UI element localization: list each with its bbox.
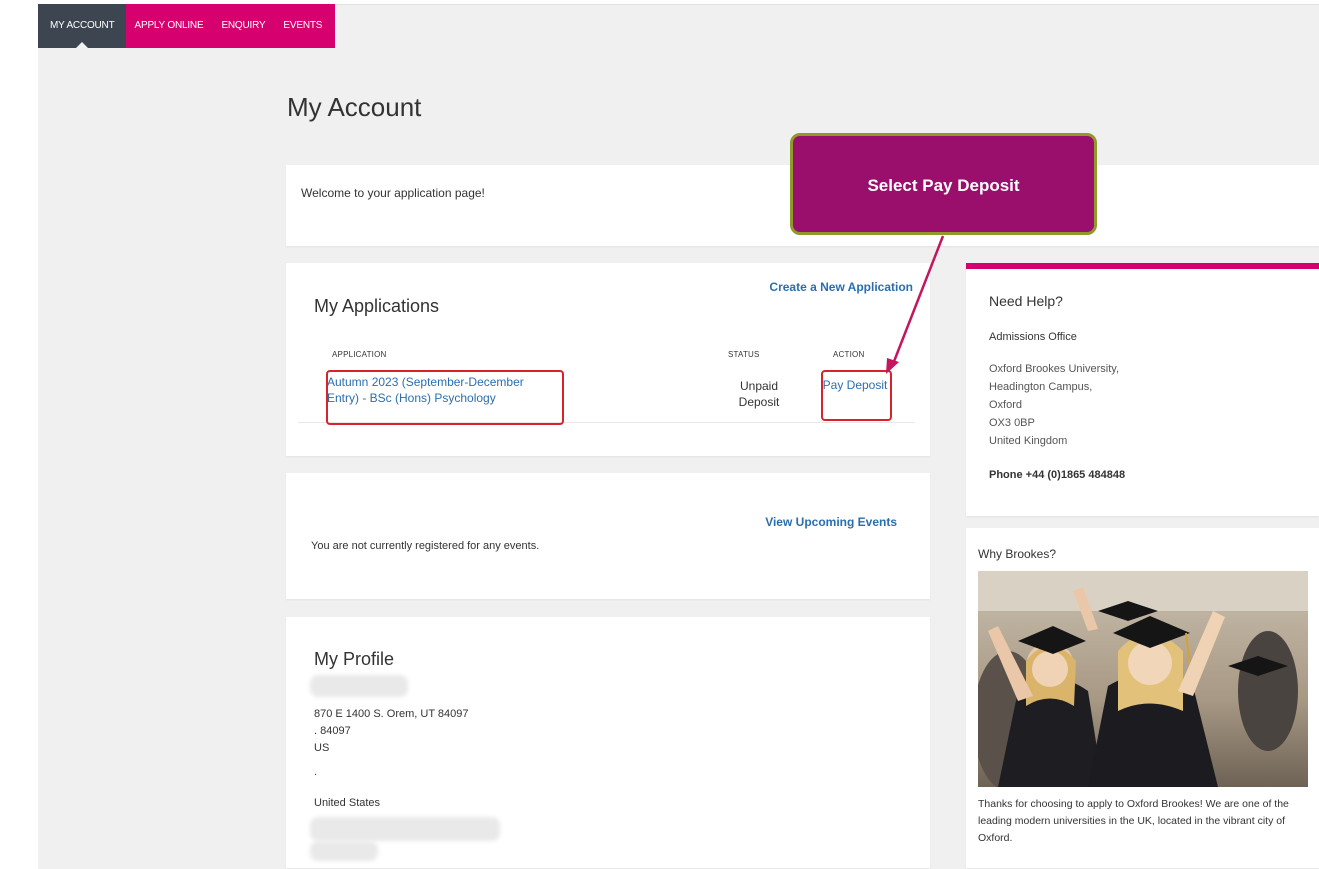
create-application-link[interactable]: Create a New Application	[769, 280, 913, 294]
profile-title: My Profile	[314, 649, 395, 669]
nav-pink-group: APPLY ONLINE ENQUIRY EVENTS	[125, 4, 336, 48]
office-address: Oxford Brookes University, Headington Ca…	[989, 360, 1119, 450]
page-title: My Account	[287, 92, 422, 122]
address-line: OX3 0BP	[989, 417, 1035, 429]
view-upcoming-events-link[interactable]: View Upcoming Events	[765, 515, 897, 529]
address-line-4: .	[314, 766, 318, 778]
address-line-3: US	[314, 742, 330, 754]
events-card: View Upcoming Events You are not current…	[286, 473, 930, 599]
why-brookes-caption: Thanks for choosing to apply to Oxford B…	[978, 798, 1289, 844]
address-line: Oxford	[989, 399, 1023, 411]
why-brookes-title: Why Brookes?	[978, 547, 1057, 561]
redacted-name	[310, 675, 408, 697]
column-header-action: ACTION	[833, 350, 865, 359]
need-help-title: Need Help?	[989, 293, 1063, 309]
profile-card: My Profile 870 E 1400 S. Orem, UT 84097 …	[286, 617, 930, 868]
nav-apply-online[interactable]: APPLY ONLINE	[126, 4, 213, 48]
nav-events[interactable]: EVENTS	[274, 4, 331, 48]
application-status: Unpaid Deposit	[738, 379, 780, 409]
address-line: United Kingdom	[989, 435, 1068, 447]
redacted-contact-1	[310, 817, 500, 841]
need-help-card: Need Help? Admissions Office Oxford Broo…	[966, 263, 1319, 516]
application-highlight-box	[326, 370, 564, 425]
profile-country: United States	[314, 797, 381, 809]
instruction-callout: Select Pay Deposit	[790, 133, 1097, 235]
address-line-2: . 84097	[314, 725, 351, 737]
column-header-application: APPLICATION	[332, 350, 387, 359]
why-brookes-card: Why Brookes? Thanks for choosing to appl…	[966, 528, 1319, 868]
applications-title: My Applications	[314, 296, 440, 316]
column-header-status: STATUS	[728, 350, 760, 359]
redacted-contact-2	[310, 841, 378, 861]
address-line: Headington Campus,	[989, 381, 1093, 393]
callout-text: Select Pay Deposit	[867, 176, 1020, 195]
top-navigation: MY ACCOUNT APPLY ONLINE ENQUIRY EVENTS	[38, 4, 336, 48]
welcome-text: Welcome to your application page!	[301, 186, 485, 200]
events-message: You are not currently registered for any…	[311, 540, 540, 552]
nav-my-account[interactable]: MY ACCOUNT	[38, 4, 126, 48]
admissions-office-label: Admissions Office	[989, 331, 1077, 343]
address-line: Oxford Brookes University,	[989, 363, 1120, 375]
address-line-1: 870 E 1400 S. Orem, UT 84097	[314, 708, 469, 720]
phone-number: Phone +44 (0)1865 484848	[989, 469, 1126, 481]
nav-enquiry[interactable]: ENQUIRY	[212, 4, 274, 48]
pay-deposit-highlight-box	[821, 370, 892, 421]
applications-card: My Applications Create a New Application…	[286, 263, 930, 456]
graduates-photo	[978, 571, 1308, 787]
